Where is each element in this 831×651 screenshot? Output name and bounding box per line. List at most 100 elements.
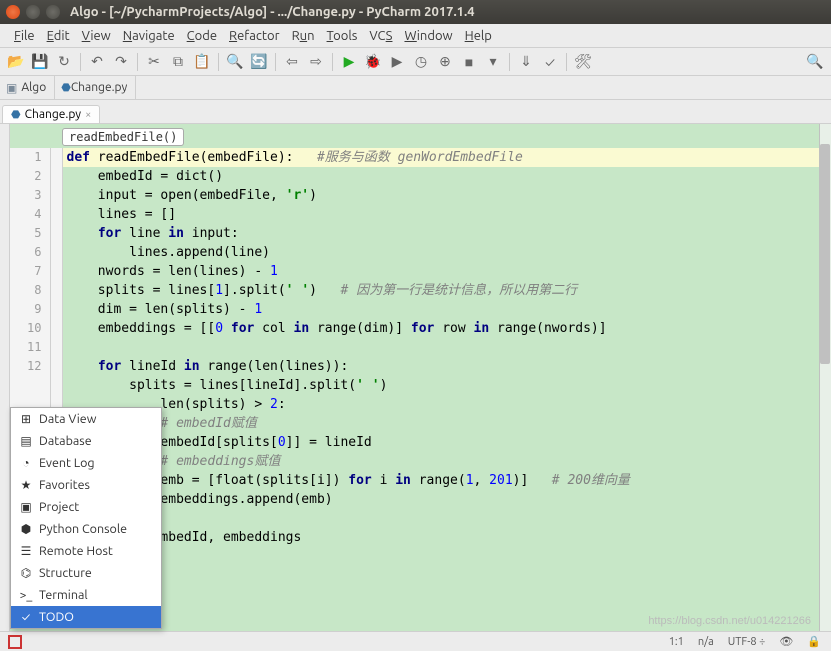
line-number: 6 [10, 243, 50, 262]
find-button[interactable]: 🔍 [225, 52, 245, 72]
copy-button[interactable]: ⧉ [168, 52, 188, 72]
watermark: https://blog.csdn.net/u014221266 [648, 615, 811, 627]
tool-popup-item-todo[interactable]: ✓ TODO [11, 606, 161, 628]
menu-code[interactable]: Code [181, 27, 223, 45]
tool-popup-item-remote-host[interactable]: ☰ Remote Host [11, 540, 161, 562]
settings-button[interactable]: 🛠 [573, 52, 593, 72]
event-log-icon: ◔ [19, 456, 33, 470]
line-number: 9 [10, 300, 50, 319]
line-number: 4 [10, 205, 50, 224]
menu-file[interactable]: File [8, 27, 41, 45]
caret-position[interactable]: 1:1 [669, 636, 684, 648]
tool-popup-label: Event Log [39, 456, 95, 470]
line-number: 2 [10, 167, 50, 186]
menu-vcs[interactable]: VCS [363, 27, 398, 45]
vcs-commit-button[interactable]: ✓ [540, 52, 560, 72]
tab-label: Change.py [25, 108, 82, 121]
profile-button[interactable]: ◷ [411, 52, 431, 72]
database-icon: ▤ [19, 434, 33, 448]
attach-button[interactable]: ⊕ [435, 52, 455, 72]
breadcrumb-root-label: Algo [21, 81, 46, 94]
replace-button[interactable]: 🔄 [249, 52, 269, 72]
menu-navigate[interactable]: Navigate [117, 27, 181, 45]
search-everywhere-button[interactable]: 🔍 [805, 52, 825, 72]
python-console-icon: ⬢ [19, 522, 33, 536]
python-file-icon: ⬣ [61, 81, 71, 94]
nav-breadcrumb: ▣ Algo ⬣ Change.py [0, 76, 831, 100]
save-button[interactable]: 💾 [30, 52, 50, 72]
line-separator[interactable]: n/a [698, 636, 714, 648]
breadcrumb-file[interactable]: ⬣ Change.py [55, 76, 136, 99]
tool-popup-item-data-view[interactable]: ⊞ Data View [11, 408, 161, 430]
menu-run[interactable]: Run [286, 27, 321, 45]
tool-popup-label: Remote Host [39, 544, 113, 558]
tool-popup-item-structure[interactable]: ⌬Structure [11, 562, 161, 584]
scrollbar-thumb[interactable] [820, 144, 830, 364]
file-encoding[interactable]: UTF-8 ÷ [728, 636, 766, 648]
tool-popup-label: Terminal [39, 588, 88, 602]
todo-icon: ✓ [19, 611, 33, 624]
breadcrumb-file-label: Change.py [71, 81, 128, 94]
tool-popup-item-database[interactable]: ▤Database [11, 430, 161, 452]
redo-button[interactable]: ↷ [111, 52, 131, 72]
tool-popup-item-terminal[interactable]: >_ Terminal [11, 584, 161, 606]
cut-button[interactable]: ✂ [144, 52, 164, 72]
tool-popup-label: Python Console [39, 522, 127, 536]
menu-view[interactable]: View [76, 27, 117, 45]
line-number: 10 [10, 319, 50, 338]
vertical-scrollbar[interactable] [819, 124, 831, 631]
line-number: 3 [10, 186, 50, 205]
line-number: 7 [10, 262, 50, 281]
menu-tools[interactable]: Tools [321, 27, 364, 45]
window-close-button[interactable] [6, 5, 20, 19]
remote-host-icon: ☰ [19, 544, 33, 558]
line-number: 8 [10, 281, 50, 300]
debug-button[interactable]: 🐞 [363, 52, 383, 72]
line-number: 11 [10, 338, 50, 357]
line-number: 1 [10, 148, 50, 167]
data-view-icon: ⊞ [19, 412, 33, 426]
tool-popup-item-project[interactable]: ▣Project [11, 496, 161, 518]
menu-window[interactable]: Window [398, 27, 458, 45]
run-config-button[interactable]: ▾ [483, 52, 503, 72]
lock-icon[interactable]: 🔒 [807, 635, 821, 648]
tool-popup-label: Project [39, 500, 79, 514]
tool-window-popup: ⊞ Data View ▤Database ◔ Event Log ★ Favorites ▣… [10, 407, 162, 629]
menu-refactor[interactable]: Refactor [223, 27, 286, 45]
tool-popup-label: TODO [39, 610, 74, 624]
window-minimize-button[interactable] [26, 5, 40, 19]
tool-popup-item-favorites[interactable]: ★ Favorites [11, 474, 161, 496]
tool-popup-label: Favorites [39, 478, 90, 492]
folder-icon: ▣ [6, 81, 17, 95]
status-bar: 1:1 n/a UTF-8 ÷ 👁 🔒 [0, 631, 831, 651]
terminal-icon: >_ [19, 589, 33, 602]
sync-button[interactable]: ↻ [54, 52, 74, 72]
inspections-indicator[interactable]: 👁 [779, 635, 793, 648]
tool-popup-item-event-log[interactable]: ◔ Event Log [11, 452, 161, 474]
menu-edit[interactable]: Edit [41, 27, 76, 45]
close-icon[interactable]: × [85, 109, 91, 121]
back-button[interactable]: ⇦ [282, 52, 302, 72]
breadcrumb-root[interactable]: ▣ Algo [0, 76, 55, 99]
undo-button[interactable]: ↶ [87, 52, 107, 72]
forward-button[interactable]: ⇨ [306, 52, 326, 72]
tool-popup-label: Data View [39, 412, 96, 426]
window-titlebar: Algo - [~/PycharmProjects/Algo] - .../Ch… [0, 0, 831, 24]
sticky-breadcrumb[interactable]: readEmbedFile() [62, 128, 184, 146]
run-button[interactable]: ▶ [339, 52, 359, 72]
tool-gutter-left[interactable] [0, 124, 10, 631]
open-button[interactable]: 📂 [6, 52, 26, 72]
vcs-update-button[interactable]: ⇓ [516, 52, 536, 72]
tool-popup-label: Structure [39, 566, 92, 580]
menu-help[interactable]: Help [459, 27, 498, 45]
run-coverage-button[interactable]: ▶ [387, 52, 407, 72]
tool-windows-toggle[interactable] [8, 635, 22, 649]
window-maximize-button[interactable] [46, 5, 60, 19]
editor-tabs: ⬣ Change.py × [0, 100, 831, 124]
stop-button[interactable]: ■ [459, 52, 479, 72]
favorites-icon: ★ [19, 478, 33, 492]
paste-button[interactable]: 📋 [192, 52, 212, 72]
tab-change-py[interactable]: ⬣ Change.py × [2, 105, 100, 123]
tool-popup-item-python-console[interactable]: ⬢ Python Console [11, 518, 161, 540]
menubar: File Edit View Navigate Code Refactor Ru… [0, 24, 831, 48]
